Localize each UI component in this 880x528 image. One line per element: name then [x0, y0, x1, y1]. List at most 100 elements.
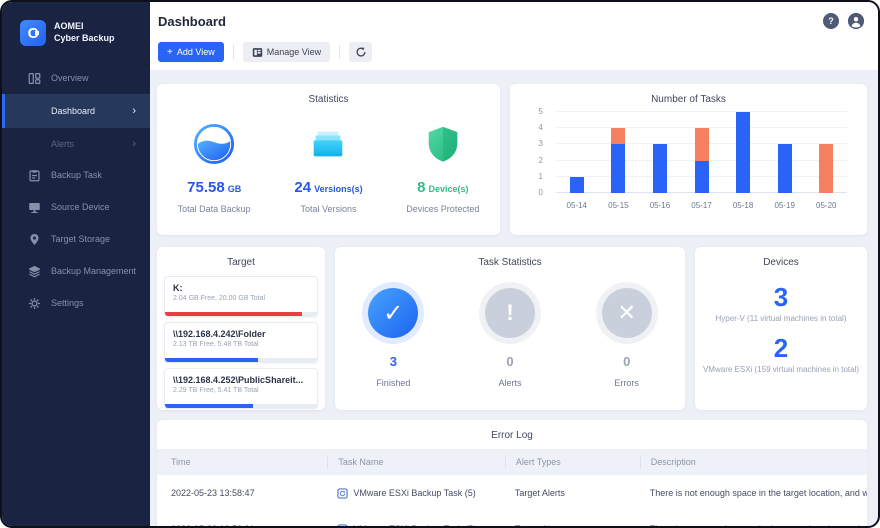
cell-task-name: VMware ESXi Backup Task (5) — [327, 524, 505, 528]
target-item[interactable]: \\192.168.4.242\Folder 2.13 TB Free, 5.4… — [164, 322, 318, 363]
taskstat-errors: ✕ 0 Errors — [568, 288, 685, 388]
taskstat-label: Finished — [376, 378, 410, 388]
target-detail: 2.04 GB Free, 20.00 GB Total — [165, 293, 317, 302]
tasks-chart-xlabels: 05-1405-1505-1605-1705-1805-1905-20 — [556, 201, 847, 213]
sidebar-item-label: Settings — [51, 298, 84, 308]
tasks-chart-bars — [556, 112, 847, 193]
target-item[interactable]: \\192.168.4.252\PublicShareit... 2.29 TB… — [164, 368, 318, 409]
sidebar-item-dashboard[interactable]: Dashboard › — [2, 94, 150, 128]
card-title: Statistics — [157, 84, 500, 105]
stat-label: Total Data Backup — [178, 204, 251, 214]
sidebar-item-label: Overview — [51, 73, 89, 83]
refresh-icon — [355, 46, 367, 58]
shield-icon — [422, 123, 464, 165]
target-progress-track — [165, 404, 317, 408]
stat-value: 8Device(s) — [417, 179, 468, 196]
help-icon[interactable]: ? — [823, 13, 839, 29]
target-name: K: — [165, 277, 317, 293]
sidebar-item-label: Backup Task — [51, 170, 102, 180]
tasks-chart-yaxis: 012345 — [510, 112, 550, 193]
gear-icon — [27, 296, 41, 310]
bar-05-14 — [556, 112, 598, 193]
stat-value: 75.58GB — [187, 179, 241, 196]
manage-view-button[interactable]: Manage View — [243, 42, 330, 62]
card-title: Target — [157, 247, 325, 268]
chevron-right-icon: › — [132, 138, 136, 150]
stat-total-versions: 24Versions(s) Total Versions — [271, 123, 385, 214]
cell-description: There is not enough space in the target … — [640, 524, 867, 528]
overview-icon — [27, 71, 41, 85]
tasks-chart-plot — [556, 112, 847, 193]
sidebar-item-backup-management[interactable]: Backup Management — [2, 255, 150, 287]
bar-05-17 — [681, 112, 723, 193]
brand-line2: Cyber Backup — [54, 33, 115, 45]
stat-devices-protected: 8Device(s) Devices Protected — [386, 123, 500, 214]
target-name: \\192.168.4.242\Folder — [165, 323, 317, 339]
card-title: Error Log — [157, 420, 867, 441]
header: Dashboard ? + Add View Manage View — [150, 2, 878, 70]
cross-icon: ✕ — [602, 288, 652, 338]
cell-alert-type: Target Alerts — [505, 488, 640, 498]
divider — [233, 45, 234, 59]
error-log-card: Error Log Time Task Name Alert Types Des… — [157, 420, 867, 528]
add-view-button[interactable]: + Add View — [158, 42, 224, 62]
taskstat-label: Errors — [614, 378, 639, 388]
device-hyperv: 3 Hyper-V (11 virtual machines in total) — [695, 282, 867, 323]
device-count: 2 — [695, 333, 867, 364]
user-profile-icon[interactable] — [848, 13, 864, 29]
manage-view-icon — [252, 47, 263, 58]
error-log-row: 2022-05-20 13:56:01 VMware ESXi Backup T… — [157, 511, 867, 528]
target-card: Target K: 2.04 GB Free, 20.00 GB Total \… — [157, 247, 325, 410]
sidebar-item-source-device[interactable]: Source Device — [2, 191, 150, 223]
error-log-row: 2022-05-23 13:58:47 VMware ESXi Backup T… — [157, 475, 867, 511]
page-title: Dashboard — [158, 14, 226, 29]
column-header-time: Time — [157, 457, 327, 467]
taskstat-alerts: ! 0 Alerts — [452, 288, 569, 388]
sidebar-item-label: Backup Management — [51, 266, 136, 276]
toolbar: + Add View Manage View — [158, 42, 372, 62]
cell-time: 2022-05-23 13:58:47 — [157, 488, 327, 498]
sidebar-item-alerts[interactable]: Alerts › — [2, 128, 150, 159]
sidebar-item-target-storage[interactable]: Target Storage — [2, 223, 150, 255]
device-label: VMware ESXi (159 virtual machines in tot… — [695, 365, 867, 374]
device-vmware: 2 VMware ESXi (159 virtual machines in t… — [695, 333, 867, 374]
cell-alert-type: Target Alerts — [505, 524, 640, 528]
refresh-button[interactable] — [349, 42, 372, 62]
stat-total-data: 75.58GB Total Data Backup — [157, 123, 271, 214]
sidebar-item-label: Source Device — [51, 202, 110, 212]
chart-title: Number of Tasks — [510, 84, 867, 105]
stat-label: Total Versions — [300, 204, 356, 214]
vm-task-icon — [337, 488, 348, 499]
sidebar-item-overview[interactable]: Overview — [2, 62, 150, 94]
taskstat-value: 3 — [390, 354, 397, 369]
manage-view-label: Manage View — [267, 47, 321, 57]
bar-05-16 — [639, 112, 681, 193]
target-name: \\192.168.4.252\PublicShareit... — [165, 369, 317, 385]
sidebar-item-backup-task[interactable]: Backup Task — [2, 159, 150, 191]
cell-time: 2022-05-20 13:56:01 — [157, 524, 327, 528]
dashboard-content: Statistics 75.58GB Total Data Backup — [150, 70, 878, 526]
sidebar-item-label: Dashboard — [51, 106, 95, 116]
brand: C AOMEI Cyber Backup — [2, 2, 150, 48]
bar-05-18 — [722, 112, 764, 193]
check-icon: ✓ — [368, 288, 418, 338]
sidebar-item-label: Alerts — [51, 139, 74, 149]
sidebar-item-settings[interactable]: Settings — [2, 287, 150, 319]
bar-05-19 — [764, 112, 806, 193]
main-area: Dashboard ? + Add View Manage View — [150, 2, 878, 526]
plus-icon: + — [167, 47, 173, 58]
layers-icon — [27, 264, 41, 278]
clipboard-icon — [27, 168, 41, 182]
cell-description: There is not enough space in the target … — [640, 488, 867, 498]
target-item[interactable]: K: 2.04 GB Free, 20.00 GB Total — [164, 276, 318, 317]
versions-stack-icon — [307, 123, 349, 165]
task-name-text: VMware ESXi Backup Task (5) — [353, 488, 475, 498]
task-name-text: VMware ESXi Backup Task (5) — [353, 524, 475, 528]
exclamation-icon: ! — [485, 288, 535, 338]
target-progress-track — [165, 358, 317, 362]
device-label: Hyper-V (11 virtual machines in total) — [695, 314, 867, 323]
target-progress-track — [165, 312, 317, 316]
chevron-right-icon: › — [132, 105, 136, 117]
target-detail: 2.13 TB Free, 5.48 TB Total — [165, 339, 317, 348]
devices-card: Devices 3 Hyper-V (11 virtual machines i… — [695, 247, 867, 410]
